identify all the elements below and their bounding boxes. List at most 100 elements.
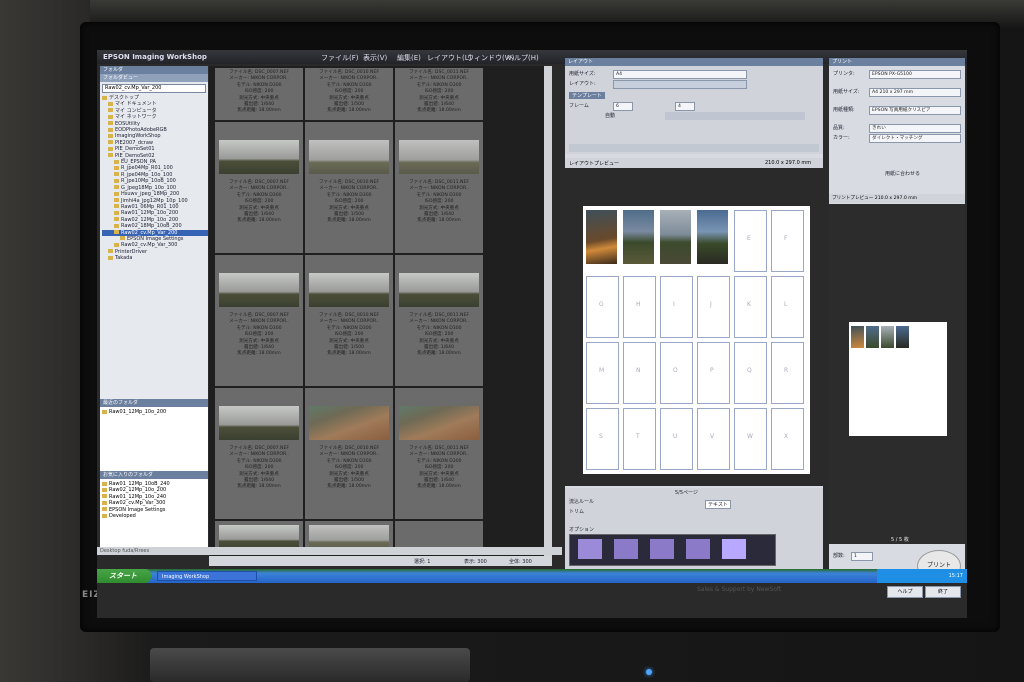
layout-slot[interactable]: J xyxy=(697,276,730,338)
thumbnail[interactable]: ファイル名: DSC_0010.NEF メーカー: NIKON CORPOR..… xyxy=(305,68,393,120)
thumbnail-image xyxy=(399,406,479,440)
layout-slot[interactable]: X xyxy=(771,408,804,470)
thumbnail[interactable]: ファイル名: DSC_0011.NEF メーカー: NIKON CORPOR..… xyxy=(395,388,483,519)
auto-radio[interactable]: 自動 xyxy=(605,112,615,119)
print-preview-sheet xyxy=(849,322,947,436)
folder-tree: デスクトップ マイ ドキュメント マイ コンピュータ マイ ネットワーク EOS… xyxy=(100,95,208,262)
thumbnail-image xyxy=(219,273,299,307)
thumbnail-image xyxy=(399,273,479,307)
layout-template-strip[interactable] xyxy=(569,534,776,566)
layout-slot[interactable]: O xyxy=(660,342,693,404)
layout-slot[interactable]: I xyxy=(660,276,693,338)
print-preview-header: プリントプレビュー 210.0 x 297.0 mm xyxy=(829,194,965,203)
layout-slot[interactable]: N xyxy=(623,342,656,404)
thumbnail-image xyxy=(309,273,389,307)
status-bar: Desktop fuda/Rrees xyxy=(97,547,562,555)
layout-slot[interactable]: T xyxy=(623,408,656,470)
layout-slot[interactable]: F xyxy=(771,210,804,272)
menu-help[interactable]: ヘルプ(H) xyxy=(507,53,539,63)
layout-slot[interactable]: P xyxy=(697,342,730,404)
favorite-item[interactable]: Developed xyxy=(102,513,206,519)
print-preview-photo xyxy=(896,326,909,348)
template-option[interactable] xyxy=(614,539,638,559)
print-header: プリント xyxy=(829,58,965,66)
thumbnail[interactable]: ファイル名: DSC_0010.NEF メーカー: NIKON CORPOR..… xyxy=(305,388,393,519)
keyboard xyxy=(150,648,470,682)
print-panel: プリント プリンタ: EPSON PX-G5100 用紙サイズ: A4 210 … xyxy=(829,58,965,582)
layout-slot[interactable]: M xyxy=(586,342,619,404)
fit-to-paper-option[interactable]: 用紙に合わせる xyxy=(885,170,920,177)
thumbnail-image xyxy=(219,140,299,174)
layout-slot[interactable]: W xyxy=(734,408,767,470)
layout-bottom-controls: 5/5ページ 流込ルール トリム テキスト オプション xyxy=(565,488,823,570)
page-indicator: 5/5ページ xyxy=(675,490,698,496)
tab-template[interactable]: テンプレート xyxy=(569,92,605,99)
thumbnail-scrollbar[interactable] xyxy=(544,66,552,566)
help-button[interactable]: ヘルプ xyxy=(887,586,923,598)
recent-folder-item[interactable]: Raw01_12Mp_10o_200 xyxy=(102,409,206,415)
layout-header: レイアウト xyxy=(565,58,823,66)
print-page-indicator: 5 / 5 枚 xyxy=(891,537,909,543)
menu-layout[interactable]: レイアウト(L) xyxy=(427,53,471,63)
taskbar-item[interactable]: Imaging WorkShop xyxy=(157,571,257,581)
thumbnail[interactable]: ファイル名: DSC_0011.NEF メーカー: NIKON CORPOR..… xyxy=(395,122,483,253)
power-led xyxy=(646,669,652,675)
print-preview-photo xyxy=(851,326,864,348)
start-button[interactable]: スタート xyxy=(97,569,151,583)
thumbnail[interactable]: ファイル名: DSC_0007.NEF メーカー: NIKON CORPOR..… xyxy=(215,255,303,386)
layout-slot[interactable]: K xyxy=(734,276,767,338)
quality-select[interactable]: きれい xyxy=(869,124,961,133)
recent-folders-list: Raw01_12Mp_10o_200 xyxy=(100,407,208,473)
thumbnail[interactable]: ファイル名: DSC_0007.NEF メーカー: NIKON CORPOR..… xyxy=(215,388,303,519)
layout-slot[interactable]: U xyxy=(660,408,693,470)
system-tray-clock: 15:17 xyxy=(877,569,967,583)
layout-slot[interactable]: H xyxy=(623,276,656,338)
screen: E P SON Imaging WorkShop ファイル(F) 表示(V) 編集(… xyxy=(97,50,967,618)
paper-size-select[interactable]: A4 210 x 297 mm xyxy=(869,88,961,97)
layout-slider[interactable] xyxy=(665,112,805,120)
media-type-select[interactable]: EPSON 写真用紙クリスピア xyxy=(869,106,961,115)
layout-photo[interactable] xyxy=(660,210,691,264)
thumbnail[interactable]: ファイル名: DSC_0007.NEF メーカー: NIKON CORPOR..… xyxy=(215,122,303,253)
layout-paper-size-select[interactable]: A4 xyxy=(613,70,747,79)
layout-photo[interactable] xyxy=(623,210,654,264)
thumbnail[interactable]: ファイル名: DSC_0011.NEF メーカー: NIKON CORPOR..… xyxy=(395,68,483,120)
favorites-header: お気に入りのフォルダ xyxy=(100,471,208,479)
print-preview xyxy=(829,204,965,544)
layout-slot[interactable]: S xyxy=(586,408,619,470)
layout-select[interactable] xyxy=(613,80,747,89)
folders-header: フォルダ xyxy=(100,66,208,74)
favorites-list: Raw01_12Mp_10oB_240 Raw02_12Mp_10o_200 R… xyxy=(100,479,208,553)
exit-button[interactable]: 終了 xyxy=(925,586,961,598)
layout-photo[interactable] xyxy=(697,210,728,264)
menu-edit[interactable]: 編集(E) xyxy=(397,53,421,63)
layout-slot[interactable]: V xyxy=(697,408,730,470)
print-preview-photo xyxy=(866,326,879,348)
printer-select[interactable]: EPSON PX-G5100 xyxy=(869,70,961,79)
layout-slot[interactable]: E xyxy=(734,210,767,272)
template-option-selected[interactable] xyxy=(722,539,746,559)
menu-view[interactable]: 表示(V) xyxy=(363,53,387,63)
thumbnail[interactable]: ファイル名: DSC_0010.NEF メーカー: NIKON CORPOR..… xyxy=(305,255,393,386)
copies-input[interactable]: 1 xyxy=(851,552,873,561)
layout-slot[interactable]: L xyxy=(771,276,804,338)
template-option[interactable] xyxy=(578,539,602,559)
menu-file[interactable]: ファイル(F) xyxy=(321,53,359,63)
layout-slot[interactable]: Q xyxy=(734,342,767,404)
thumbnail-status-bar: 選択: 1 表示: 300 全体: 300 xyxy=(209,556,552,566)
template-option[interactable] xyxy=(686,539,710,559)
layout-photo[interactable] xyxy=(586,210,617,264)
layout-slot[interactable]: G xyxy=(586,276,619,338)
template-option[interactable] xyxy=(650,539,674,559)
frame-count-input-2[interactable]: 4 xyxy=(675,102,695,111)
frame-count-input[interactable]: 6 xyxy=(613,102,633,111)
thumbnail[interactable]: ファイル名: DSC_0010.NEF メーカー: NIKON CORPOR..… xyxy=(305,122,393,253)
tree-item[interactable]: Takada xyxy=(102,255,208,261)
text-button[interactable]: テキスト xyxy=(705,500,731,509)
thumbnail[interactable]: ファイル名: DSC_0011.NEF メーカー: NIKON CORPOR..… xyxy=(395,255,483,386)
current-folder-select[interactable]: Raw02_cv.Mp_Var_200 xyxy=(102,84,206,93)
trim-option[interactable]: トリム xyxy=(569,508,584,515)
color-select[interactable]: ダイレクト・マッチング xyxy=(869,134,961,143)
thumbnail[interactable]: ファイル名: DSC_0007.NEF メーカー: NIKON CORPOR..… xyxy=(215,68,303,120)
layout-slot[interactable]: R xyxy=(771,342,804,404)
